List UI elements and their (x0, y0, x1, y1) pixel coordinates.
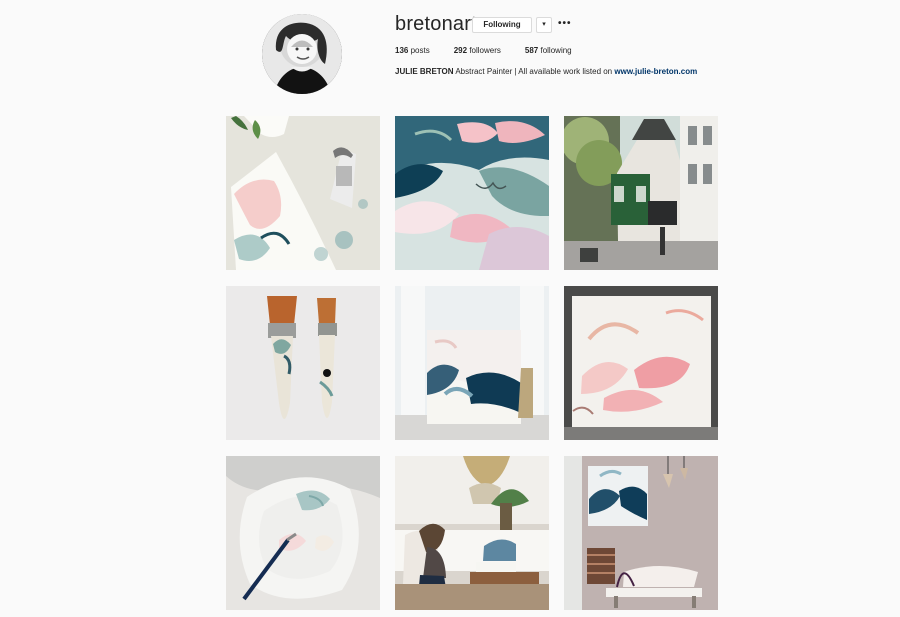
abstract-painting-photo-icon (395, 116, 549, 270)
post-palette-plate[interactable] (226, 456, 380, 610)
chevron-down-icon[interactable]: ▾ (536, 17, 552, 33)
following-label: following (540, 46, 572, 55)
followers-count: 292 (453, 46, 468, 55)
profile-bio: JULIE BRETON Abstract Painter | All avai… (395, 67, 697, 76)
post-paris-street[interactable] (564, 116, 718, 270)
post-paintbrushes[interactable] (226, 286, 380, 440)
bio-name: JULIE BRETON (395, 67, 454, 76)
paris-street-photo-icon (564, 116, 718, 270)
followers-label: followers (469, 46, 501, 55)
posts-stat: 136 posts (395, 46, 430, 55)
paint-tube-photo-icon (226, 116, 380, 270)
bio-website-link[interactable]: www.julie-breton.com (614, 67, 697, 76)
profile-stats: 136 posts 292 followers 587 following (395, 46, 572, 55)
post-living-room-art[interactable] (564, 456, 718, 610)
more-options-icon[interactable]: ••• (558, 18, 572, 29)
posts-label: posts (410, 46, 430, 55)
post-canvas-on-floor[interactable] (395, 286, 549, 440)
bio-text: Abstract Painter | All available work li… (455, 67, 613, 76)
posts-grid (226, 116, 719, 617)
paintbrushes-photo-icon (226, 286, 380, 440)
post-pink-canvas[interactable] (564, 286, 718, 440)
post-abstract-painting[interactable] (395, 116, 549, 270)
posts-count: 136 (395, 46, 409, 55)
canvas-on-floor-photo-icon (395, 286, 549, 440)
post-paint-tube[interactable] (226, 116, 380, 270)
artist-living-room-photo-icon (395, 456, 549, 610)
living-room-art-photo-icon (564, 456, 718, 610)
following-count: 587 (524, 46, 539, 55)
post-artist-living-room[interactable] (395, 456, 549, 610)
pink-canvas-photo-icon (564, 286, 718, 440)
profile-username: bretonart (395, 13, 477, 35)
following-button[interactable]: Following (472, 17, 532, 33)
palette-plate-photo-icon (226, 456, 380, 610)
followers-stat[interactable]: 292 followers (454, 46, 501, 55)
profile-header: bretonart Following ▾ ••• 136 posts 292 … (0, 0, 900, 110)
profile-avatar[interactable] (262, 14, 342, 94)
following-stat[interactable]: 587 following (525, 46, 572, 55)
